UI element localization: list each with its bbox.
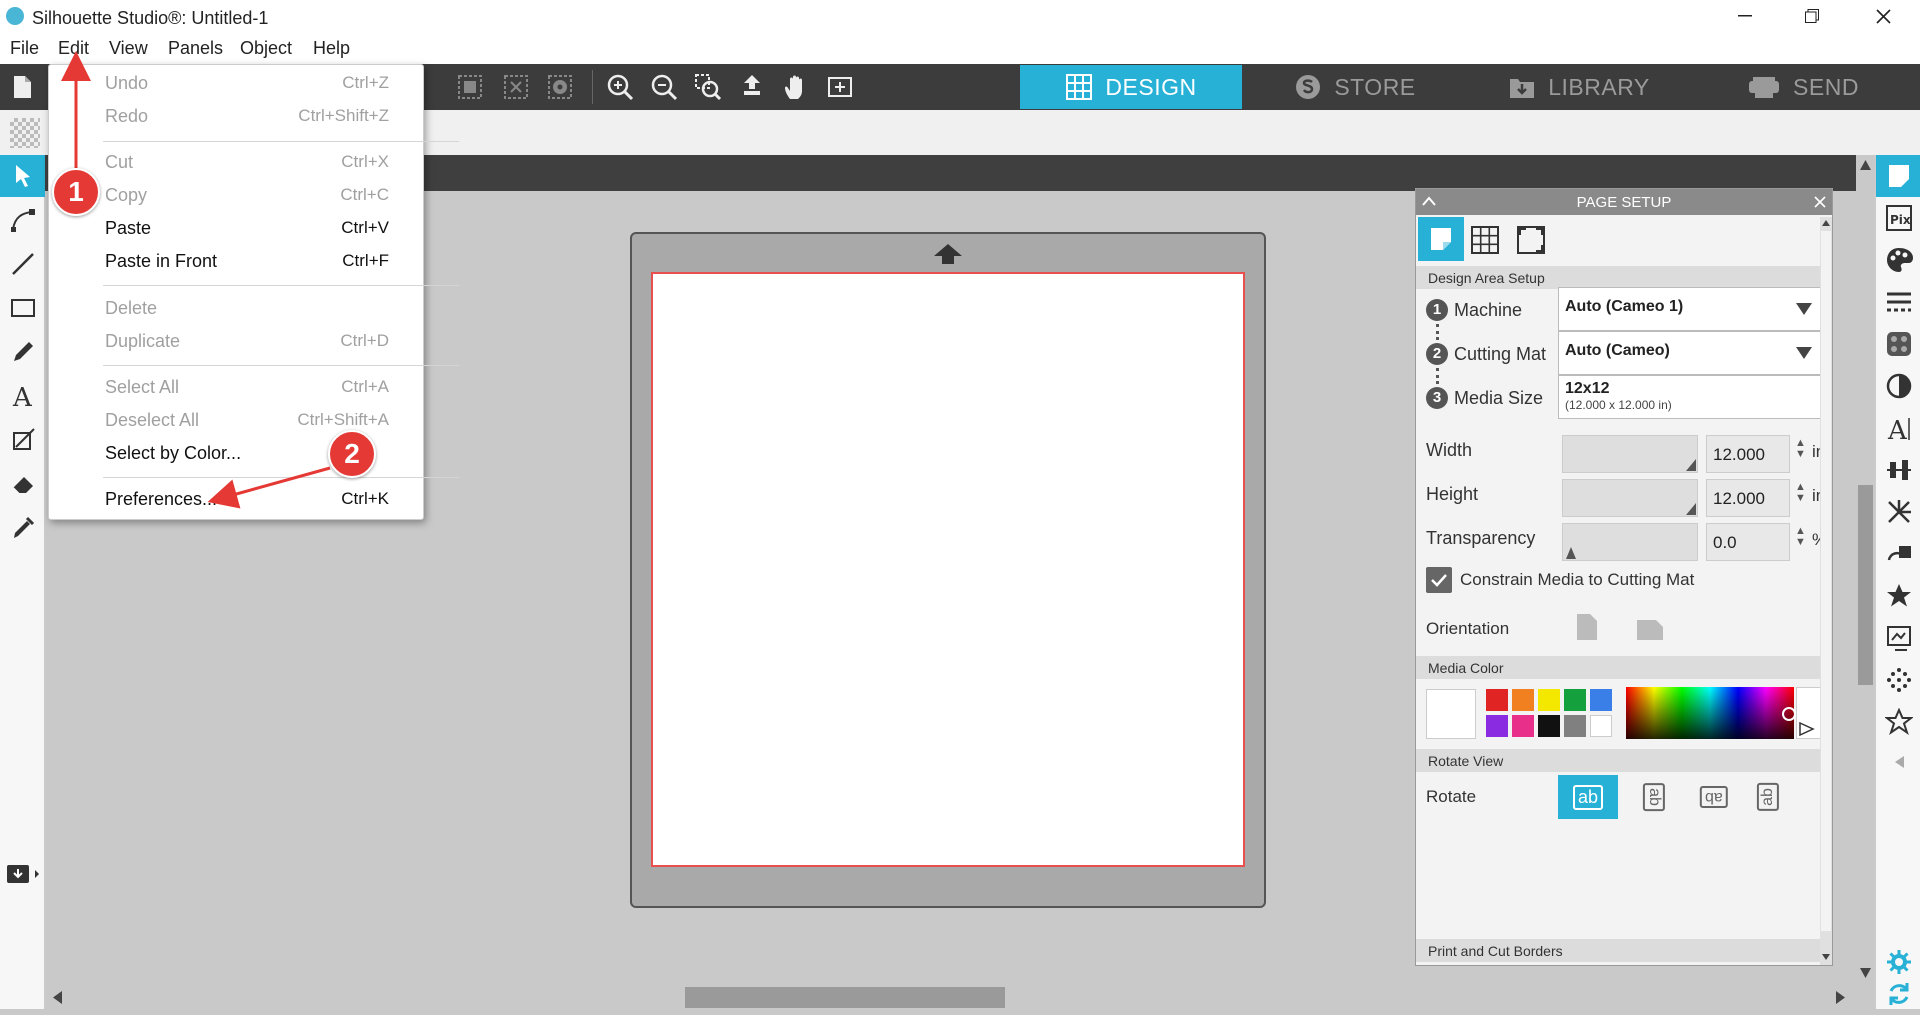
arrow-to-preferences xyxy=(207,466,331,509)
step-1-callout: 1 xyxy=(52,168,100,216)
annotation-arrows xyxy=(61,51,331,509)
step-2-callout: 2 xyxy=(328,430,376,478)
